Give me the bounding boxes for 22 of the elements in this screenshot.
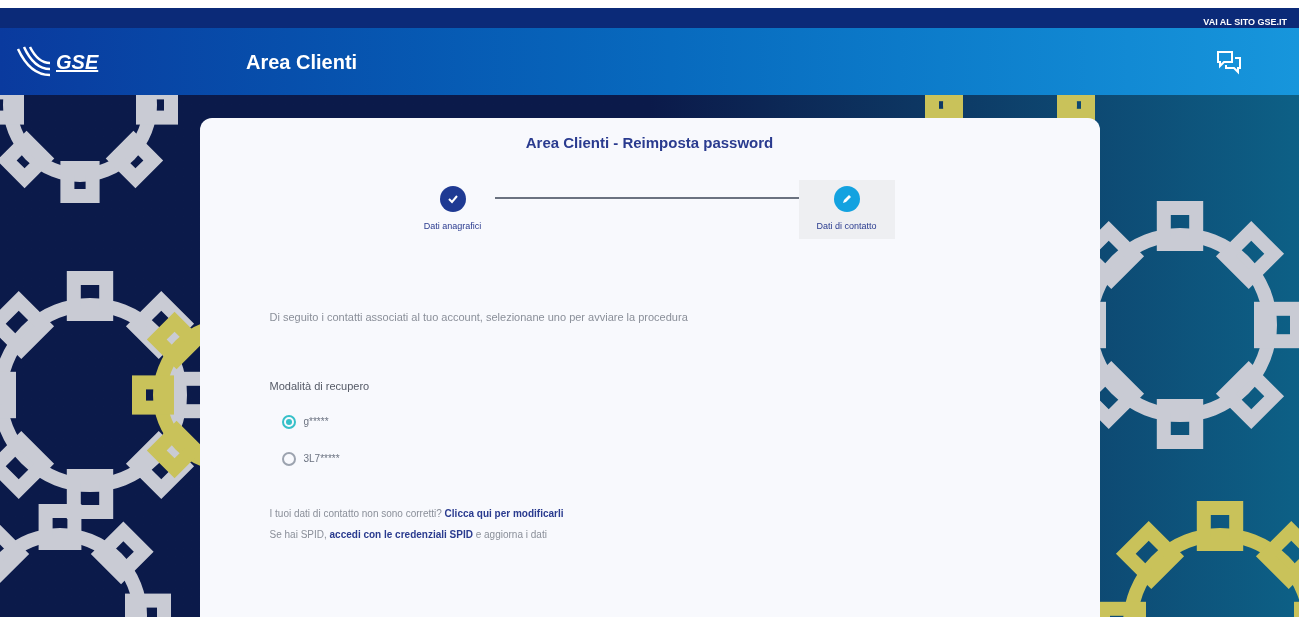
step-label: Dati anagrafici: [423, 219, 482, 233]
recovery-label: Modalità di recupero: [269, 378, 371, 394]
step[interactable]: Dati anagrafici: [404, 179, 501, 239]
help-text: I tuoi dati di contatto non sono corretti? Clicca qui per modificarli: [269, 507, 565, 521]
card-title: Area Clienti - Reimposta password: [524, 133, 775, 153]
logo-waves-icon: [16, 44, 52, 79]
step-label: Dati di contatto: [816, 219, 877, 233]
help-link[interactable]: Clicca qui per modificarli: [444, 508, 564, 519]
radio-button[interactable]: [281, 451, 296, 466]
radio-button[interactable]: [281, 414, 296, 429]
logo[interactable]: GSE: [16, 44, 246, 79]
intro-text: Di seguito i contatti associati al tuo account, selezionane uno per avviare la procedura: [269, 310, 689, 325]
header-title: Area Clienti: [246, 49, 359, 75]
help-link[interactable]: accedi con le credenziali SPID: [329, 529, 473, 540]
help-text: Se hai SPID, accedi con le credenziali SPID e aggiorna i dati: [269, 528, 548, 542]
step[interactable]: Dati di contatto: [798, 179, 895, 239]
site-link[interactable]: VAI AL SITO GSE.IT: [1203, 16, 1287, 28]
check-icon: [439, 185, 466, 212]
logo-text: GSE: [56, 49, 99, 75]
pencil-icon: [833, 185, 860, 212]
radio-option[interactable]: g*****: [281, 414, 1030, 429]
radio-option[interactable]: 3L7*****: [281, 451, 1030, 466]
